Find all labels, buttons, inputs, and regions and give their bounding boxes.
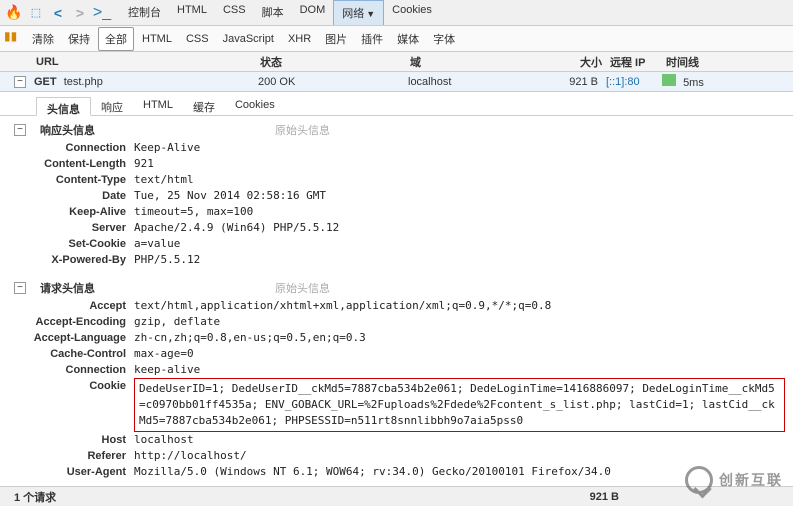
filter-css[interactable]: CSS <box>180 30 215 48</box>
footer: 1 个请求 921 B <box>0 486 793 506</box>
net-header: URL 状态 域 大小 远程 IP 时间线 <box>0 52 793 72</box>
header-key: Keep-Alive <box>14 204 134 220</box>
col-url[interactable]: URL <box>36 56 260 68</box>
collapse-icon[interactable]: − <box>14 282 26 294</box>
pause-icon[interactable]: ▮▮ <box>4 29 24 49</box>
header-val: Apache/2.4.9 (Win64) PHP/5.5.12 <box>134 220 785 236</box>
header-key: Accept <box>14 298 134 314</box>
inspect-icon[interactable]: ⬚ <box>26 3 46 23</box>
main-tabs: 控制台 HTML CSS 脚本 DOM 网络▼ Cookies <box>120 0 440 25</box>
filter-html[interactable]: HTML <box>136 30 178 48</box>
header-key: Accept-Language <box>14 330 134 346</box>
footer-requests: 1 个请求 <box>14 489 56 505</box>
filter-js[interactable]: JavaScript <box>217 30 280 48</box>
raw-headers-link[interactable]: 原始头信息 <box>275 122 330 138</box>
filter-images[interactable]: 图片 <box>319 28 353 50</box>
col-size[interactable]: 大小 <box>560 54 610 70</box>
filter-media[interactable]: 媒体 <box>391 28 425 50</box>
col-timeline[interactable]: 时间线 <box>666 54 793 70</box>
tab-dom[interactable]: DOM <box>292 0 334 25</box>
header-val-cookie: DedeUserID=1; DedeUserID__ckMd5=7887cba5… <box>134 378 785 432</box>
console-toggle-icon[interactable]: >_ <box>92 3 112 23</box>
firebug-icon[interactable]: 🔥 <box>4 3 24 23</box>
response-headers-section: − 响应头信息 原始头信息 ConnectionKeep-Alive Conte… <box>0 116 793 274</box>
filter-plugins[interactable]: 插件 <box>355 28 389 50</box>
watermark: 创新互联 <box>685 466 783 494</box>
header-val: a=value <box>134 236 785 252</box>
request-size: 921 B <box>558 76 606 88</box>
request-domain: localhost <box>408 76 558 88</box>
header-val: Tue, 25 Nov 2014 02:58:16 GMT <box>134 188 785 204</box>
header-val: gzip, deflate <box>134 314 785 330</box>
filter-toolbar: ▮▮ 清除 保持 全部 HTML CSS JavaScript XHR 图片 插… <box>0 26 793 52</box>
filter-fonts[interactable]: 字体 <box>427 28 461 50</box>
subtab-cache[interactable]: 缓存 <box>183 96 225 115</box>
tab-console[interactable]: 控制台 <box>120 0 169 25</box>
header-key: Content-Length <box>14 156 134 172</box>
chevron-down-icon: ▼ <box>366 9 375 19</box>
header-key: Cache-Control <box>14 346 134 362</box>
main-toolbar: 🔥 ⬚ < > >_ 控制台 HTML CSS 脚本 DOM 网络▼ Cooki… <box>0 0 793 26</box>
request-status: 200 OK <box>258 76 408 88</box>
header-val: max-age=0 <box>134 346 785 362</box>
header-key: Set-Cookie <box>14 236 134 252</box>
request-remote: [::1]:80 <box>606 76 662 88</box>
header-val: localhost <box>134 432 785 448</box>
subtab-headers[interactable]: 头信息 <box>36 97 91 116</box>
request-headers-title: 请求头信息 <box>40 280 95 296</box>
header-val: timeout=5, max=100 <box>134 204 785 220</box>
col-remote[interactable]: 远程 IP <box>610 54 666 70</box>
header-key: User-Agent <box>14 464 134 480</box>
filter-xhr[interactable]: XHR <box>282 30 317 48</box>
tab-css[interactable]: CSS <box>215 0 254 25</box>
header-key: Host <box>14 432 134 448</box>
net-row[interactable]: − GET test.php 200 OK localhost 921 B [:… <box>0 72 793 92</box>
collapse-icon[interactable]: − <box>14 124 26 136</box>
nav-back-icon[interactable]: < <box>48 3 68 23</box>
nav-forward-icon[interactable]: > <box>70 3 90 23</box>
detail-tabs: 头信息 响应 HTML 缓存 Cookies <box>0 92 793 116</box>
request-headers-section: − 请求头信息 原始头信息 Accepttext/html,applicatio… <box>0 274 793 486</box>
col-domain[interactable]: 域 <box>410 54 560 70</box>
header-key: Date <box>14 188 134 204</box>
subtab-response[interactable]: 响应 <box>91 96 133 115</box>
header-val: keep-alive <box>134 362 785 378</box>
header-key: Connection <box>14 362 134 378</box>
header-val: zh-cn,zh;q=0.8,en-us;q=0.5,en;q=0.3 <box>134 330 785 346</box>
clear-button[interactable]: 清除 <box>26 28 60 50</box>
request-method: GET <box>34 76 57 88</box>
watermark-text: 创新互联 <box>719 470 783 490</box>
request-time: 5ms <box>683 77 704 89</box>
header-val: PHP/5.5.12 <box>134 252 785 268</box>
header-val: http://localhost/ <box>134 448 785 464</box>
tab-html[interactable]: HTML <box>169 0 215 25</box>
request-url: test.php <box>64 76 103 88</box>
tab-cookies[interactable]: Cookies <box>384 0 440 25</box>
persist-button[interactable]: 保持 <box>62 28 96 50</box>
subtab-html[interactable]: HTML <box>133 96 183 115</box>
header-key: Content-Type <box>14 172 134 188</box>
header-key: Server <box>14 220 134 236</box>
header-val: text/html,application/xhtml+xml,applicat… <box>134 298 785 314</box>
request-timeline: 5ms <box>662 74 793 89</box>
header-val: Keep-Alive <box>134 140 785 156</box>
filter-all[interactable]: 全部 <box>98 27 134 51</box>
watermark-icon <box>685 466 713 494</box>
response-headers-title: 响应头信息 <box>40 122 95 138</box>
collapse-icon[interactable]: − <box>14 76 26 88</box>
header-key: Accept-Encoding <box>14 314 134 330</box>
header-key: X-Powered-By <box>14 252 134 268</box>
header-key: Connection <box>14 140 134 156</box>
col-status[interactable]: 状态 <box>260 54 410 70</box>
tab-script[interactable]: 脚本 <box>254 0 292 25</box>
header-val: text/html <box>134 172 785 188</box>
raw-headers-link[interactable]: 原始头信息 <box>275 280 330 296</box>
timeline-bar <box>662 74 676 86</box>
header-val: 921 <box>134 156 785 172</box>
tab-network[interactable]: 网络▼ <box>333 0 384 25</box>
header-key: Cookie <box>14 378 134 394</box>
subtab-cookies[interactable]: Cookies <box>225 96 285 115</box>
header-key: Referer <box>14 448 134 464</box>
